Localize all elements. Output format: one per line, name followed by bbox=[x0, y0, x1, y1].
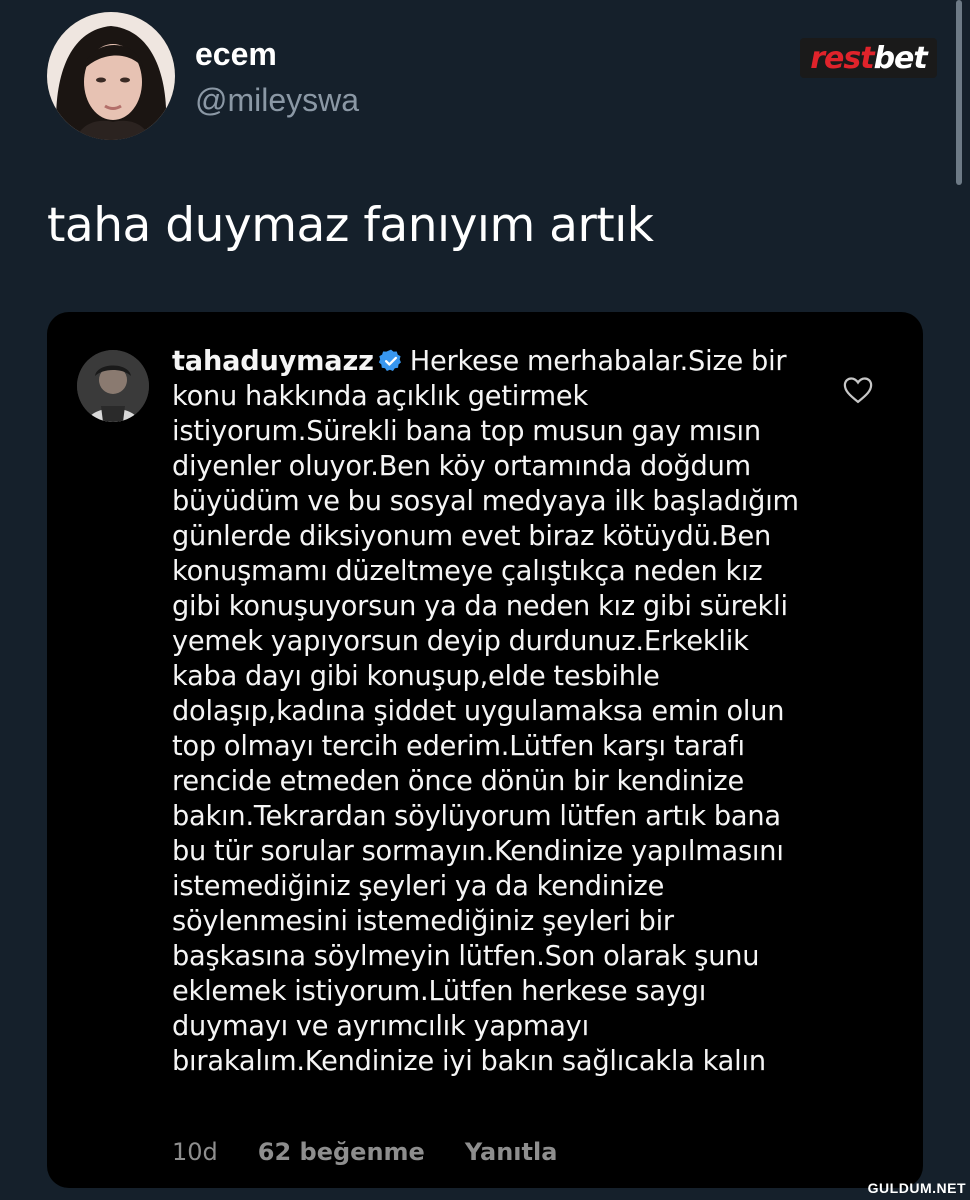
commenter-avatar[interactable] bbox=[77, 350, 149, 422]
scrollbar[interactable] bbox=[956, 0, 962, 185]
comment-time: 10d bbox=[172, 1138, 218, 1166]
likes-count[interactable]: 62 beğenme bbox=[258, 1138, 425, 1166]
user-handle[interactable]: @mileyswa bbox=[195, 82, 359, 119]
commenter-username[interactable]: tahaduymazz bbox=[172, 346, 374, 377]
watermark: GULDUM.NET bbox=[867, 1180, 966, 1196]
commenter-avatar-image bbox=[77, 350, 149, 422]
comment-body: tahaduymazz Herkese merhabalar.Size bir … bbox=[172, 344, 812, 1079]
verified-badge-icon bbox=[378, 349, 401, 371]
restbet-logo: rest bet bbox=[800, 38, 937, 78]
display-name[interactable]: ecem bbox=[195, 36, 277, 73]
reply-button[interactable]: Yanıtla bbox=[465, 1138, 558, 1166]
profile-avatar[interactable] bbox=[47, 12, 175, 140]
brand-part-1: rest bbox=[810, 40, 874, 76]
comment-text: Herkese merhabalar.Size bir konu hakkınd… bbox=[172, 346, 799, 1077]
tweet-text: taha duymaz fanıyım artık bbox=[47, 198, 654, 253]
heart-icon[interactable] bbox=[843, 376, 873, 404]
comment-meta: 10d 62 beğenme Yanıtla bbox=[172, 1138, 557, 1166]
brand-part-2: bet bbox=[873, 40, 928, 76]
avatar-image bbox=[47, 12, 175, 140]
embedded-comment-card[interactable]: tahaduymazz Herkese merhabalar.Size bir … bbox=[47, 312, 923, 1188]
